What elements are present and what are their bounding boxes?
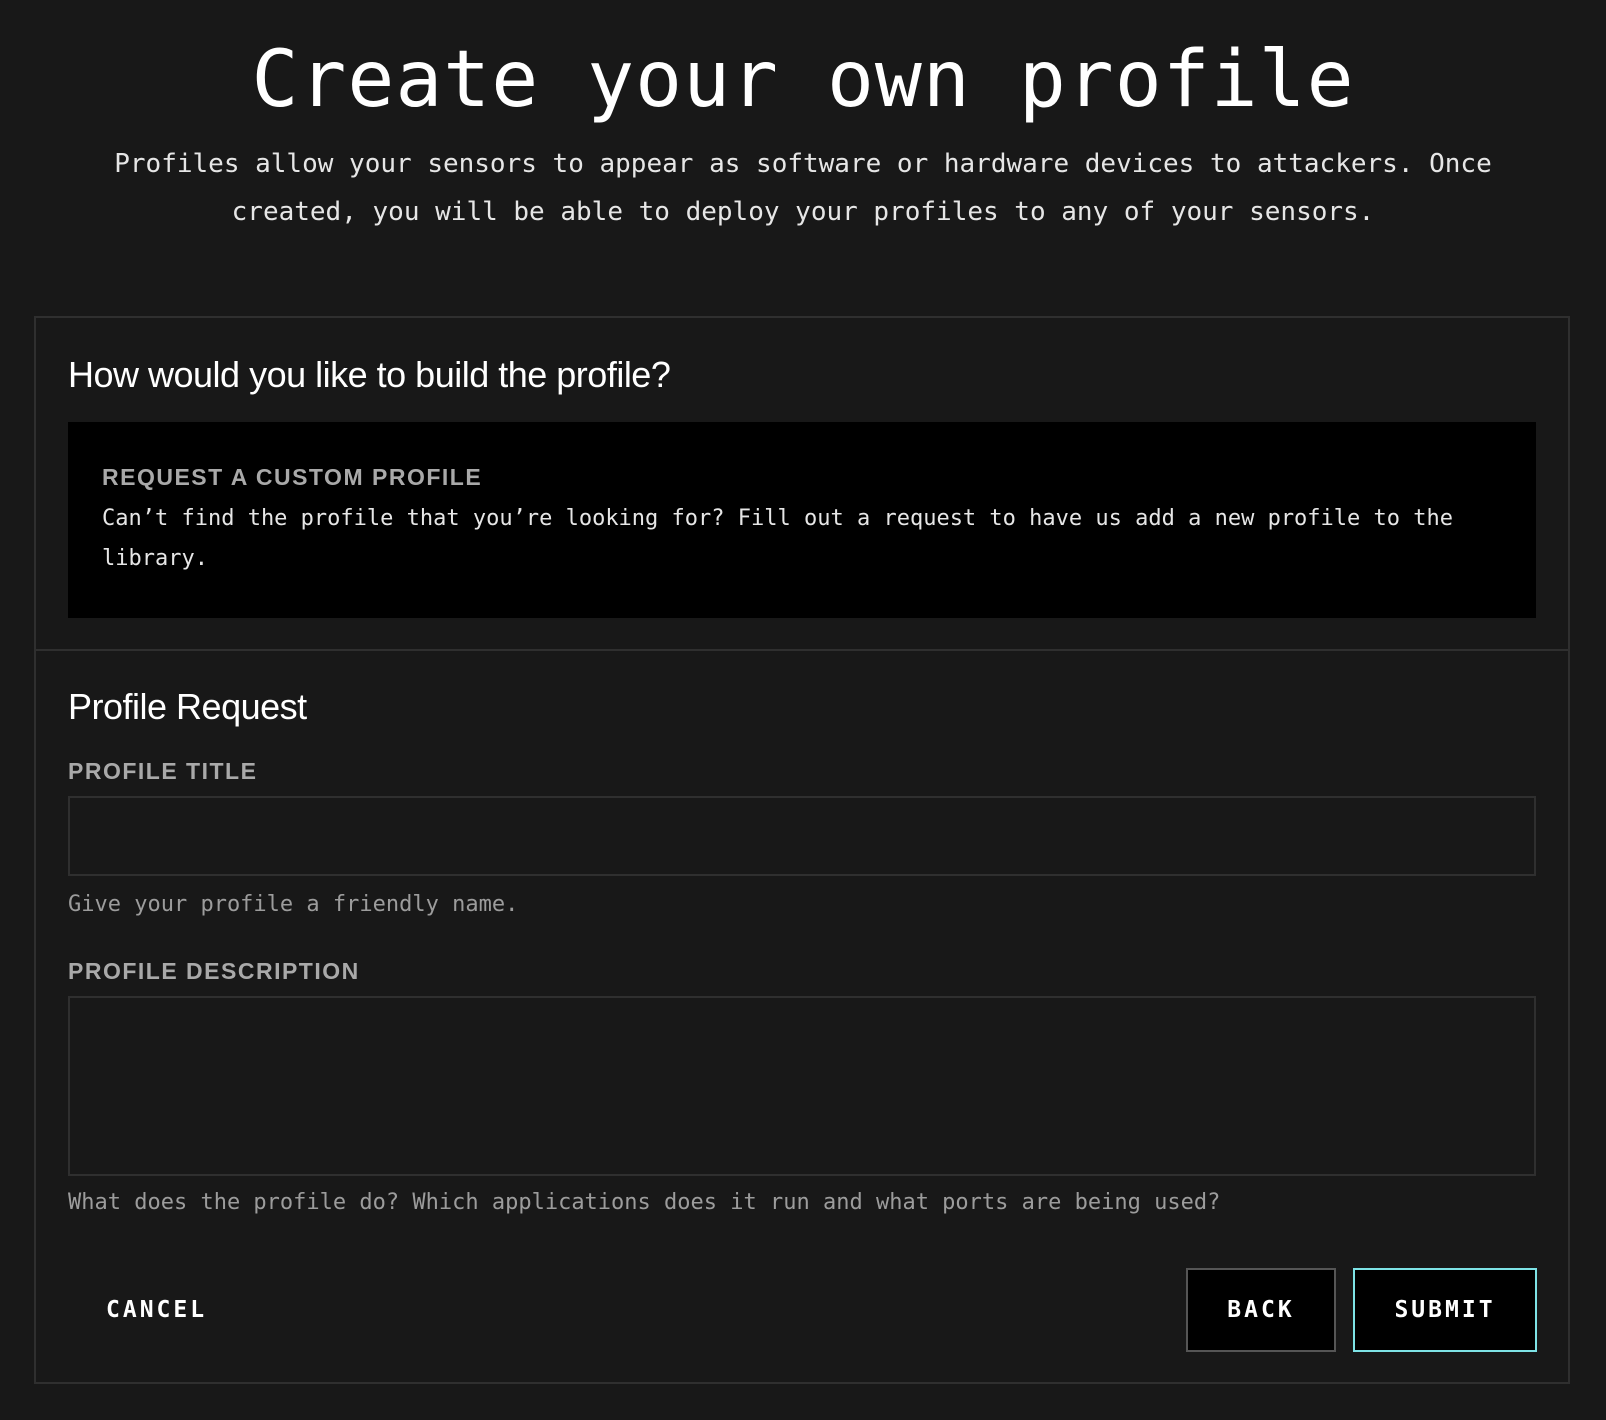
build-method-heading: How would you like to build the profile? xyxy=(68,354,671,395)
cancel-button[interactable]: CANCEL xyxy=(106,1268,210,1352)
profile-request-heading: Profile Request xyxy=(68,686,307,727)
custom-profile-option-description: Can’t find the profile that you’re looki… xyxy=(102,506,1454,571)
profile-title-label: PROFILE TITLE xyxy=(68,758,258,784)
profile-description-textarea[interactable] xyxy=(68,996,1536,1176)
section-divider xyxy=(36,649,1568,651)
custom-profile-option[interactable]: REQUEST A CUSTOM PROFILE Can’t find the … xyxy=(68,422,1536,618)
profile-description-help: What does the profile do? Which applicat… xyxy=(68,1190,1221,1215)
profile-title-input[interactable] xyxy=(68,796,1536,876)
profile-builder-card: How would you like to build the profile?… xyxy=(34,316,1570,1384)
page-title: Create your own profile xyxy=(251,35,1355,125)
submit-button[interactable]: SUBMIT xyxy=(1353,1268,1537,1352)
custom-profile-option-title: REQUEST A CUSTOM PROFILE xyxy=(102,464,483,490)
page-subtitle: Profiles allow your sensors to appear as… xyxy=(114,149,1492,227)
profile-title-help: Give your profile a friendly name. xyxy=(68,892,519,917)
back-button[interactable]: BACK xyxy=(1186,1268,1336,1352)
profile-description-label: PROFILE DESCRIPTION xyxy=(68,958,360,984)
